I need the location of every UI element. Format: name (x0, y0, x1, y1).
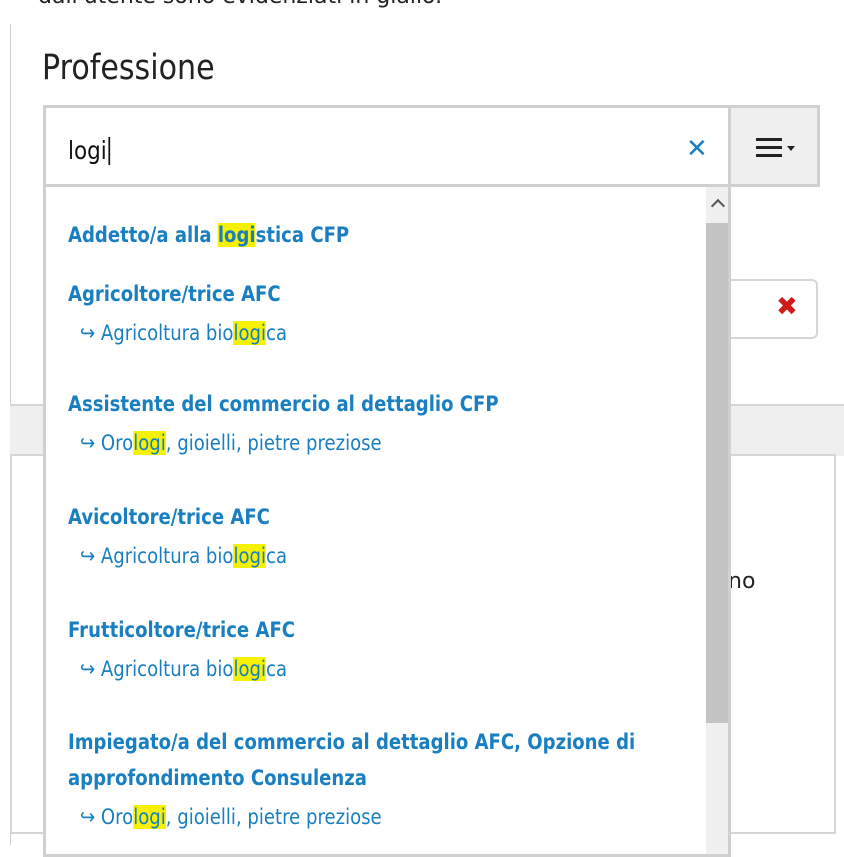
search-input-value[interactable]: logi (68, 136, 111, 165)
suggestion-item[interactable]: Impiegato/a del commercio al dettaglio A… (68, 730, 728, 829)
cropped-caption: dall'utente sono evidenziati in giallo. (38, 0, 442, 8)
suggestion-item[interactable]: Frutticoltore/trice AFC ↪ Agricoltura bi… (68, 618, 332, 681)
suggestion-item[interactable]: Assistente del commercio al dettaglio CF… (68, 392, 569, 455)
options-menu-button[interactable] (728, 105, 820, 187)
red-x-icon[interactable]: ✖ (776, 292, 798, 322)
suggestion-subitem[interactable]: ↪ Agricoltura biologica (80, 657, 297, 681)
scrollbar-thumb[interactable] (706, 223, 728, 723)
suggestion-title[interactable]: Assistente del commercio al dettaglio CF… (68, 392, 499, 416)
suggestion-item[interactable]: Avicoltore/trice AFC ↪ Agricoltura biolo… (68, 505, 321, 568)
suggestion-subitem[interactable]: ↪ Agricoltura biologica (80, 544, 287, 568)
background-partial-text: no (728, 569, 756, 594)
suggestion-title[interactable]: Frutticoltore/trice AFC (68, 618, 295, 642)
suggestion-item[interactable]: Agricoltore/trice AFC ↪ Agricoltura biol… (68, 282, 321, 345)
dropdown-scrollbar[interactable] (706, 187, 728, 854)
arrow-icon: ↪ (80, 544, 96, 568)
suggestion-item[interactable]: Addetto/a alla logistica CFP (68, 223, 395, 247)
chevron-down-icon (787, 146, 795, 151)
field-label-professione: Professione (42, 48, 215, 88)
suggestion-title[interactable]: Avicoltore/trice AFC (68, 505, 285, 529)
text-caret (108, 137, 111, 165)
chevron-up-icon[interactable] (710, 198, 726, 214)
arrow-icon: ↪ (80, 805, 96, 829)
suggestion-title[interactable]: Impiegato/a del commercio al dettaglio A… (68, 730, 635, 754)
arrow-icon: ↪ (80, 431, 96, 455)
background-input-field[interactable] (720, 279, 818, 339)
suggestion-subitem[interactable]: ↪ Orologi, gioielli, pietre preziose (80, 431, 500, 455)
close-icon[interactable]: ✕ (686, 134, 708, 164)
arrow-icon: ↪ (80, 657, 96, 681)
arrow-icon: ↪ (80, 321, 96, 345)
suggestion-title-continued[interactable]: approfondimento Consulenza (68, 766, 635, 790)
hamburger-menu-icon (756, 138, 782, 162)
suggestion-title[interactable]: Addetto/a alla logistica CFP (68, 223, 349, 247)
autocomplete-dropdown: Addetto/a alla logistica CFP Agricoltore… (43, 187, 731, 857)
suggestion-title[interactable]: Agricoltore/trice AFC (68, 282, 285, 306)
suggestion-subitem[interactable]: ↪ Agricoltura biologica (80, 321, 287, 345)
suggestion-subitem[interactable]: ↪ Orologi, gioielli, pietre preziose (80, 805, 637, 829)
profession-search-input[interactable]: logi ✕ (43, 105, 731, 187)
